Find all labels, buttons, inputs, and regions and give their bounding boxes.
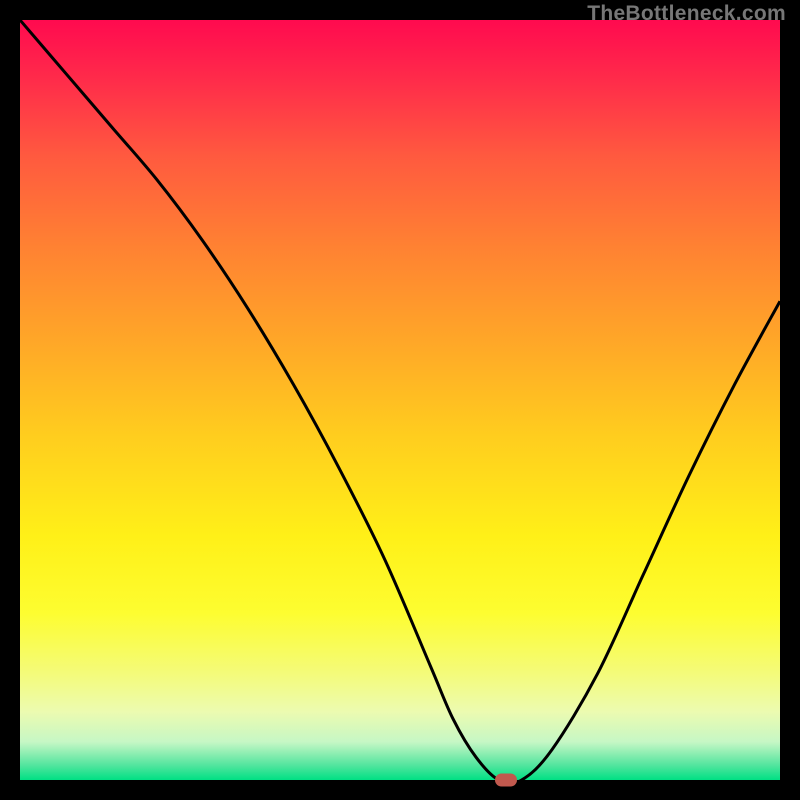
watermark-label: TheBottleneck.com — [587, 2, 786, 26]
curve-path — [20, 20, 780, 780]
optimal-point-marker — [495, 774, 517, 787]
chart-container: TheBottleneck.com — [0, 0, 800, 800]
bottleneck-curve — [20, 20, 780, 780]
plot-area — [20, 20, 780, 780]
